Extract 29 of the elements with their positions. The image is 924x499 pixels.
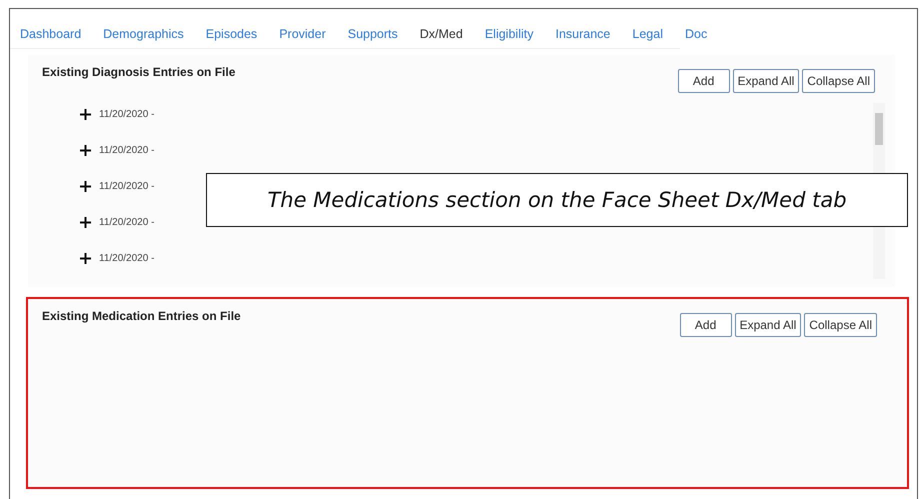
tab[interactable]: Insurance [555, 25, 610, 48]
tab[interactable]: Demographics [103, 25, 184, 48]
section-title: Existing Diagnosis Entries on File [42, 65, 236, 79]
tab[interactable]: Doc [684, 25, 708, 48]
entry-label[interactable]: 11/20/2020 - [99, 180, 154, 192]
plus-icon[interactable] [80, 108, 91, 120]
tab[interactable]: Dx/Med [420, 25, 463, 48]
plus-icon[interactable] [80, 216, 91, 228]
section-button[interactable]: Collapse All [802, 69, 875, 93]
section-button[interactable]: Add [678, 69, 730, 93]
entry-label[interactable]: 11/20/2020 - [99, 144, 154, 156]
entry-label[interactable]: 11/20/2020 - [99, 108, 154, 120]
plus-icon[interactable] [80, 252, 91, 264]
section-title: Existing Medication Entries on File [42, 309, 241, 323]
callout-tooltip: The Medications section on the Face Sheet Dx/Med tab [206, 173, 908, 227]
tab[interactable]: Provider [279, 25, 326, 48]
plus-icon[interactable] [80, 144, 91, 156]
entry-label[interactable]: 11/20/2020 - [99, 216, 154, 228]
tab[interactable]: Episodes [206, 25, 258, 48]
tab[interactable]: Legal [632, 25, 663, 48]
entry-label[interactable]: 11/20/2020 - [99, 252, 154, 264]
section-button[interactable]: Expand All [734, 313, 802, 337]
tab[interactable]: Dashboard [20, 25, 82, 48]
section-button[interactable]: Collapse All [804, 313, 877, 337]
tab[interactable]: Eligibility [484, 25, 534, 48]
section-button[interactable]: Add [680, 313, 732, 337]
section-button[interactable]: Expand All [732, 69, 800, 93]
plus-icon[interactable] [80, 180, 91, 192]
tab[interactable]: Supports [348, 25, 398, 48]
